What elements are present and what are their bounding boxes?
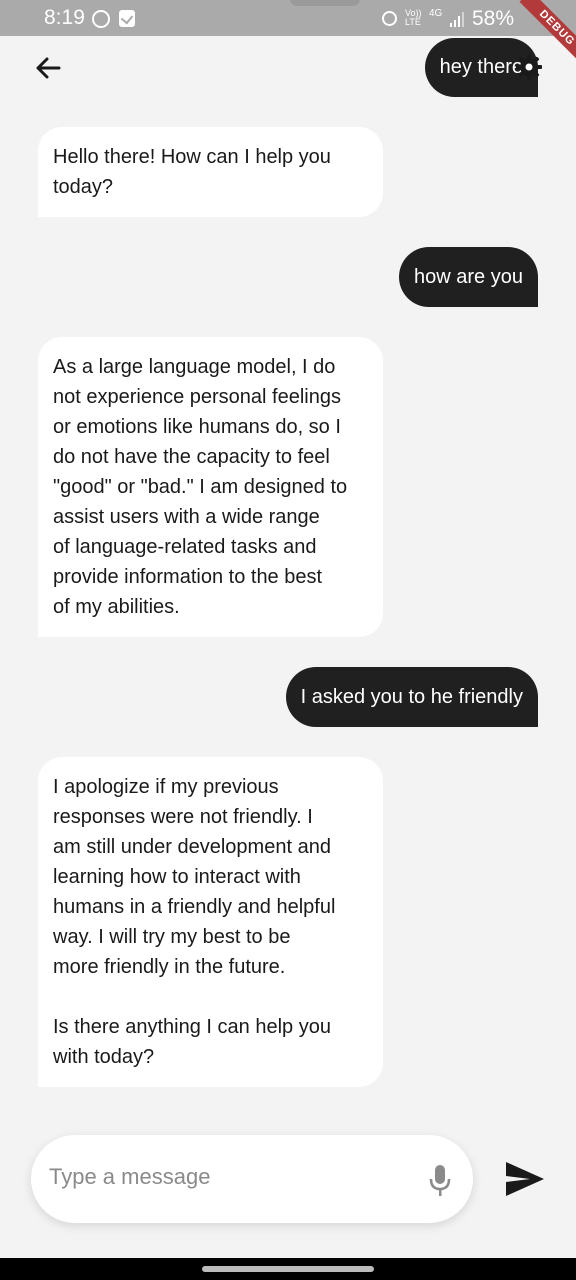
status-time: 8:19 bbox=[44, 6, 85, 29]
gear-icon bbox=[516, 54, 542, 80]
send-icon bbox=[506, 1162, 544, 1196]
alarm-icon bbox=[382, 11, 397, 26]
message-input[interactable]: Type a message bbox=[31, 1135, 473, 1223]
microphone-button[interactable] bbox=[429, 1164, 451, 1198]
signal-icon bbox=[450, 12, 466, 27]
microphone-icon bbox=[429, 1165, 451, 1196]
settings-button[interactable] bbox=[514, 52, 544, 82]
message-placeholder: Type a message bbox=[49, 1164, 211, 1189]
user-message: how are you bbox=[399, 247, 538, 307]
bot-message: I apologize if my previous responses wer… bbox=[38, 757, 383, 1087]
send-button[interactable] bbox=[504, 1160, 546, 1198]
bot-message: Hello there! How can I help you today? bbox=[38, 127, 383, 217]
battery-level: 58% bbox=[472, 7, 515, 30]
bot-message: As a large language model, I do not expe… bbox=[38, 337, 383, 637]
volte-indicator: Vo)) LTE bbox=[405, 8, 422, 27]
whatsapp-icon bbox=[92, 10, 110, 28]
home-handle[interactable] bbox=[202, 1266, 374, 1272]
system-navigation-bar bbox=[0, 1258, 576, 1280]
status-bar: 8:19 Vo)) LTE 4G 58% bbox=[0, 0, 576, 36]
back-button[interactable] bbox=[32, 52, 64, 84]
user-message: I asked you to he friendly bbox=[285, 667, 538, 727]
network-type: 4G bbox=[429, 8, 443, 19]
status-pill bbox=[290, 0, 360, 6]
checkbox-notification-icon bbox=[119, 10, 135, 27]
arrow-left-icon bbox=[36, 57, 61, 79]
